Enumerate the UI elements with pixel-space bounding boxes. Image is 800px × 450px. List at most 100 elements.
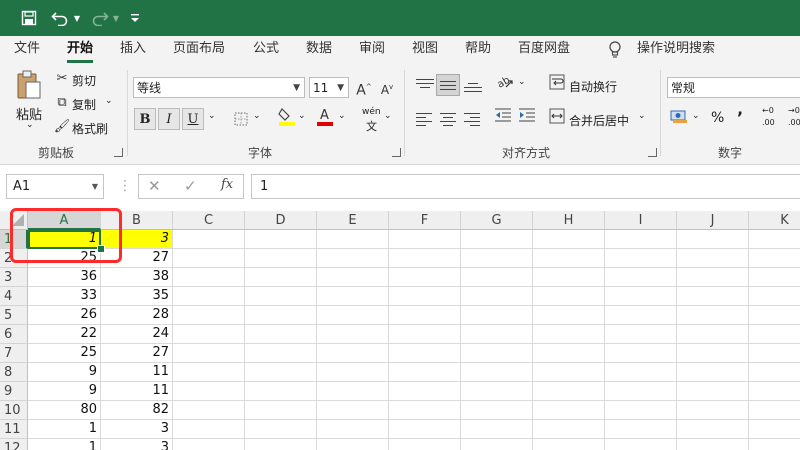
cell-h9[interactable]: [533, 382, 605, 401]
border-dropdown-icon[interactable]: ⌄: [253, 111, 261, 121]
tab-review[interactable]: 审阅: [359, 36, 385, 64]
cell-k2[interactable]: [749, 249, 800, 268]
tab-help[interactable]: 帮助: [465, 36, 491, 64]
cell-c12[interactable]: [173, 439, 245, 450]
cell-e2[interactable]: [317, 249, 389, 268]
cell-i8[interactable]: [605, 363, 677, 382]
cell-j10[interactable]: [677, 401, 749, 420]
tab-home[interactable]: 开始: [67, 36, 94, 64]
customize-toolbar-icon[interactable]: [128, 0, 142, 36]
cell-k5[interactable]: [749, 306, 800, 325]
cell-i6[interactable]: [605, 325, 677, 344]
cell-j8[interactable]: [677, 363, 749, 382]
cell-b6[interactable]: 24: [101, 325, 173, 344]
cell-d7[interactable]: [245, 344, 317, 363]
cell-a8[interactable]: 9: [28, 363, 101, 382]
row-header[interactable]: 10: [0, 401, 28, 420]
cell-f4[interactable]: [389, 287, 461, 306]
paste-dropdown-icon[interactable]: ⌄: [26, 120, 34, 130]
cell-b5[interactable]: 28: [101, 306, 173, 325]
row-header[interactable]: 12: [0, 439, 28, 450]
save-icon[interactable]: [18, 0, 40, 36]
cell-g5[interactable]: [461, 306, 533, 325]
tab-insert[interactable]: 插入: [120, 36, 146, 64]
cell-g11[interactable]: [461, 420, 533, 439]
cell-f11[interactable]: [389, 420, 461, 439]
align-middle-button[interactable]: [436, 74, 460, 96]
align-bottom-icon[interactable]: [464, 78, 482, 92]
enter-icon[interactable]: ✓: [184, 177, 197, 195]
number-format-select[interactable]: 常规: [667, 77, 800, 98]
cell-h7[interactable]: [533, 344, 605, 363]
cell-g6[interactable]: [461, 325, 533, 344]
cell-j6[interactable]: [677, 325, 749, 344]
bold-button[interactable]: B: [134, 108, 156, 130]
cell-i5[interactable]: [605, 306, 677, 325]
cell-i9[interactable]: [605, 382, 677, 401]
cell-d8[interactable]: [245, 363, 317, 382]
column-header-f[interactable]: F: [389, 211, 461, 230]
cell-f2[interactable]: [389, 249, 461, 268]
italic-button[interactable]: I: [158, 108, 180, 130]
cell-g9[interactable]: [461, 382, 533, 401]
cell-i4[interactable]: [605, 287, 677, 306]
font-size-select[interactable]: 11 ▼: [309, 77, 349, 98]
cell-d12[interactable]: [245, 439, 317, 450]
cell-g12[interactable]: [461, 439, 533, 450]
cell-e10[interactable]: [317, 401, 389, 420]
cell-d2[interactable]: [245, 249, 317, 268]
column-header-i[interactable]: I: [605, 211, 677, 230]
row-header[interactable]: 9: [0, 382, 28, 401]
clipboard-launcher-icon[interactable]: [114, 148, 123, 157]
font-launcher-icon[interactable]: [392, 148, 401, 157]
cell-k1[interactable]: [749, 230, 800, 249]
cell-k9[interactable]: [749, 382, 800, 401]
cell-j9[interactable]: [677, 382, 749, 401]
cell-d10[interactable]: [245, 401, 317, 420]
cell-f6[interactable]: [389, 325, 461, 344]
cell-b3[interactable]: 38: [101, 268, 173, 287]
cell-f9[interactable]: [389, 382, 461, 401]
cell-k4[interactable]: [749, 287, 800, 306]
row-header[interactable]: 5: [0, 306, 28, 325]
cell-g2[interactable]: [461, 249, 533, 268]
paste-icon[interactable]: [16, 70, 42, 100]
cell-b4[interactable]: 35: [101, 287, 173, 306]
underline-button[interactable]: U: [182, 108, 204, 130]
cell-d11[interactable]: [245, 420, 317, 439]
cell-k8[interactable]: [749, 363, 800, 382]
cell-f1[interactable]: [389, 230, 461, 249]
tab-data[interactable]: 数据: [306, 36, 332, 64]
decrease-font-icon[interactable]: Av: [376, 76, 398, 98]
cell-e11[interactable]: [317, 420, 389, 439]
cell-d5[interactable]: [245, 306, 317, 325]
cell-h3[interactable]: [533, 268, 605, 287]
cell-f7[interactable]: [389, 344, 461, 363]
cell-j1[interactable]: [677, 230, 749, 249]
cell-e12[interactable]: [317, 439, 389, 450]
cell-e6[interactable]: [317, 325, 389, 344]
cell-h8[interactable]: [533, 363, 605, 382]
format-painter-icon[interactable]: 🖌: [51, 116, 73, 138]
cell-a10[interactable]: 80: [28, 401, 101, 420]
cell-c10[interactable]: [173, 401, 245, 420]
cell-d3[interactable]: [245, 268, 317, 287]
cell-a6[interactable]: 22: [28, 325, 101, 344]
underline-dropdown-icon[interactable]: ⌄: [208, 111, 216, 121]
align-right-icon[interactable]: [464, 112, 482, 126]
cell-b10[interactable]: 82: [101, 401, 173, 420]
cell-e7[interactable]: [317, 344, 389, 363]
tab-view[interactable]: 视图: [412, 36, 438, 64]
cell-f10[interactable]: [389, 401, 461, 420]
comma-style-button[interactable]: ’: [737, 108, 743, 127]
cell-e5[interactable]: [317, 306, 389, 325]
row-header[interactable]: 3: [0, 268, 28, 287]
copy-icon[interactable]: ⧉: [51, 92, 73, 114]
cell-e3[interactable]: [317, 268, 389, 287]
orientation-icon[interactable]: ab: [494, 74, 516, 96]
cell-h6[interactable]: [533, 325, 605, 344]
increase-indent-icon[interactable]: [516, 108, 538, 130]
column-header-g[interactable]: G: [461, 211, 533, 230]
align-center-icon[interactable]: [440, 112, 458, 126]
cell-g8[interactable]: [461, 363, 533, 382]
